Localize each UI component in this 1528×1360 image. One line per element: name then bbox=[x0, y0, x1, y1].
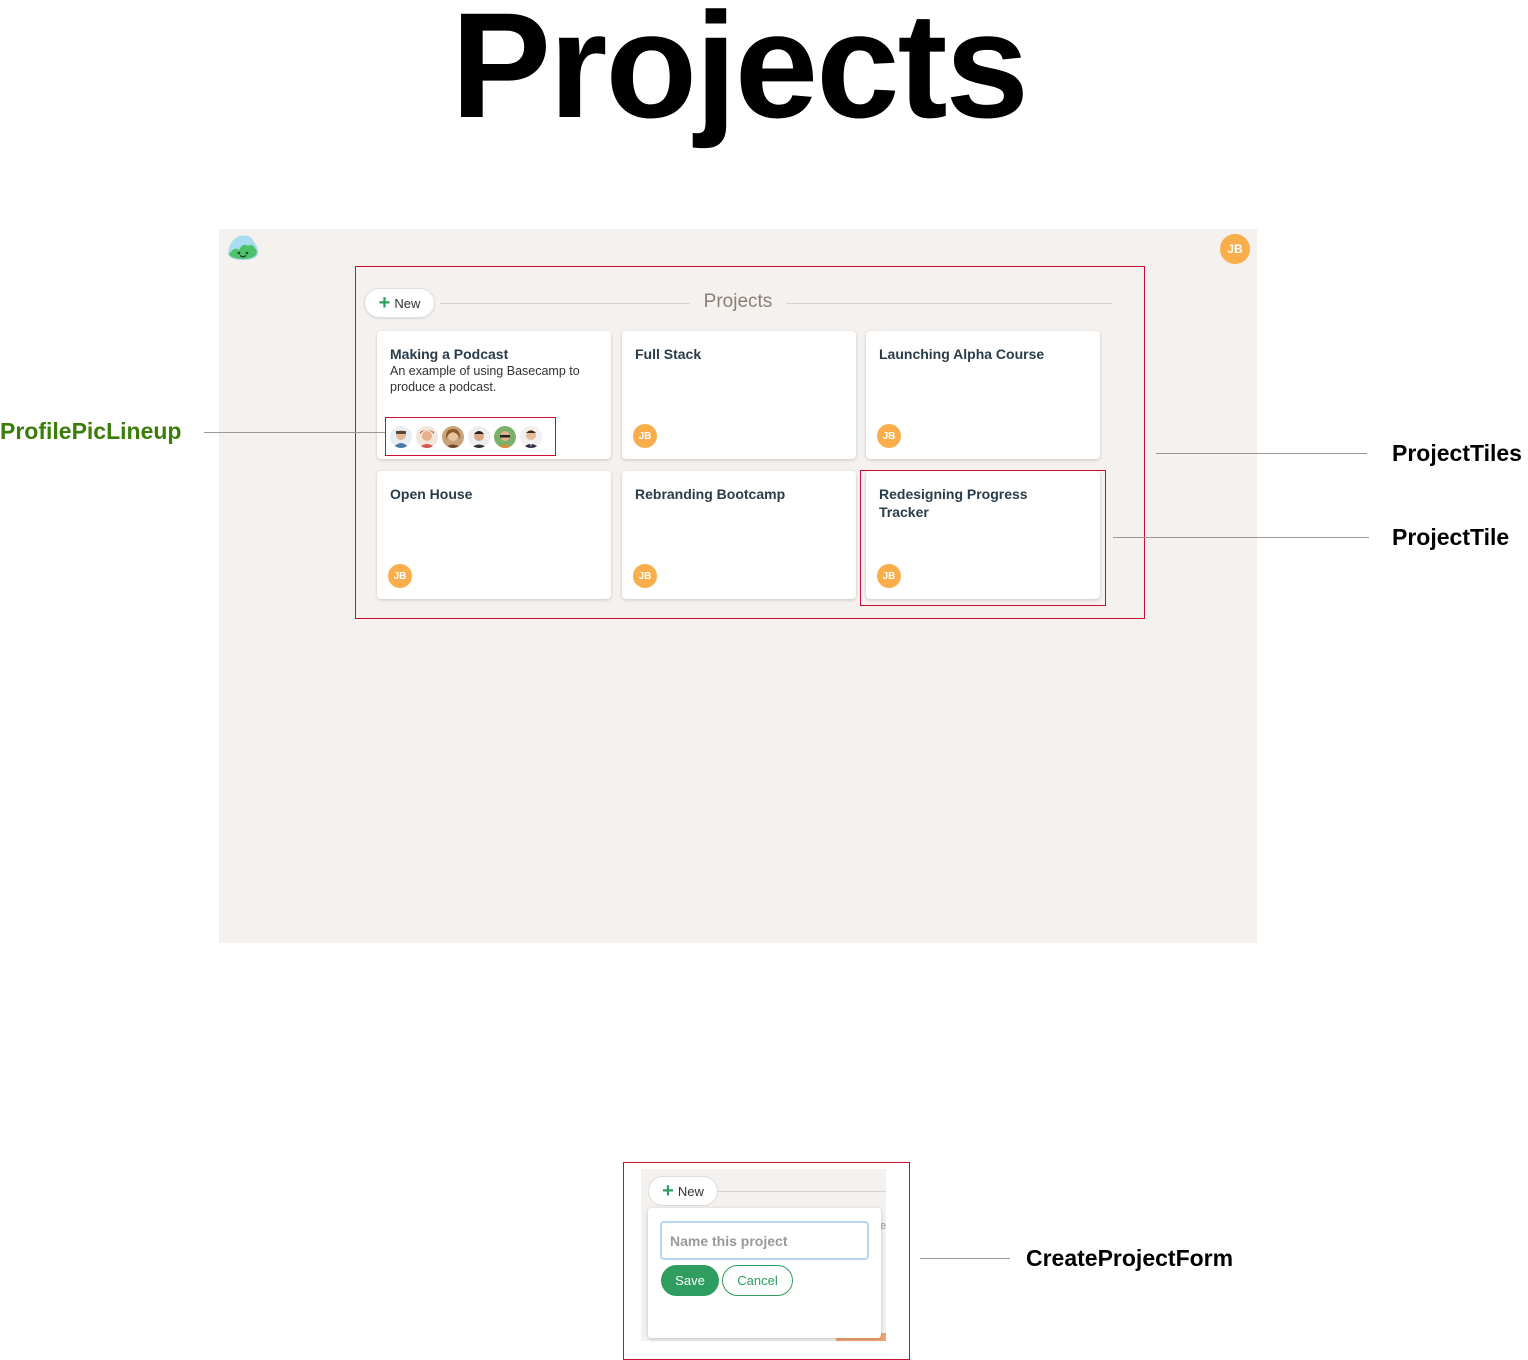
leader-line bbox=[920, 1258, 1010, 1259]
user-avatar[interactable]: JB bbox=[1220, 234, 1250, 264]
create-project-form-highlight bbox=[623, 1162, 910, 1360]
leader-line bbox=[1156, 453, 1367, 454]
annotation-project-tiles: ProjectTiles bbox=[1392, 440, 1522, 466]
page-heading: Projects bbox=[451, 0, 1029, 149]
annotation-create-project-form: CreateProjectForm bbox=[1026, 1245, 1234, 1271]
project-tile-highlight bbox=[860, 470, 1106, 606]
profile-pic-lineup-highlight bbox=[385, 417, 556, 456]
annotation-profile-pic-lineup: ProfilePicLineup bbox=[0, 418, 182, 444]
leader-line bbox=[204, 432, 385, 433]
leader-line bbox=[1113, 537, 1369, 538]
annotation-project-tile: ProjectTile bbox=[1392, 524, 1510, 550]
basecamp-logo-icon[interactable] bbox=[226, 232, 260, 262]
